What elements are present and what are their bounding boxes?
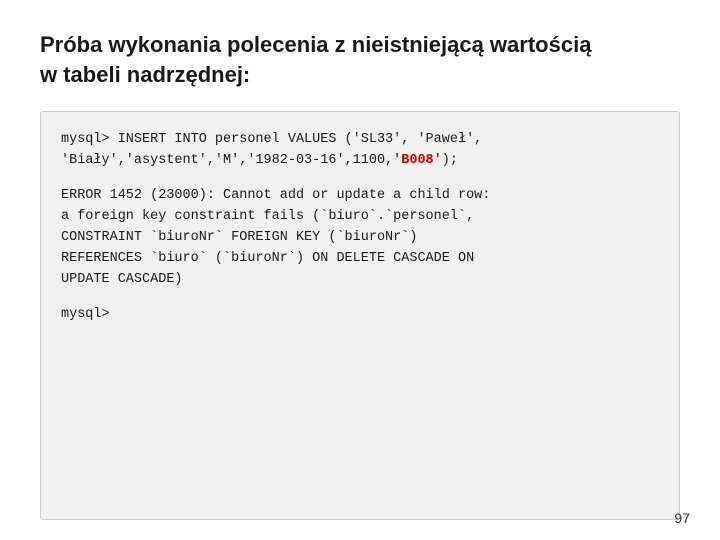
code-line-6: REFERENCES `biuro` (`biuroNr`) ON DELETE… [61,249,659,270]
code-line-5: CONSTRAINT `biuroNr` FOREIGN KEY (`biuro… [61,228,659,249]
code-line-2: 'Biały','asystent','M','1982-03-16',1100… [61,151,659,172]
code-line-7: UPDATE CASCADE) [61,270,659,291]
page-heading: Próba wykonania polecenia z nieistniejąc… [40,30,680,89]
code-line-4: a foreign key constraint fails (`biuro`.… [61,207,659,228]
heading-line1: Próba wykonania polecenia z nieistniejąc… [40,32,591,57]
page-number: 97 [674,510,690,526]
page-container: Próba wykonania polecenia z nieistniejąc… [0,0,720,540]
code-block: mysql> INSERT INTO personel VALUES ('SL3… [40,111,680,520]
code-line-1: mysql> INSERT INTO personel VALUES ('SL3… [61,130,659,151]
code-line-8: mysql> [61,305,659,326]
highlight-b008: 'B008' [393,153,442,168]
code-line-3: ERROR 1452 (23000): Cannot add or update… [61,186,659,207]
heading-line2: w tabeli nadrzędnej: [40,62,250,87]
